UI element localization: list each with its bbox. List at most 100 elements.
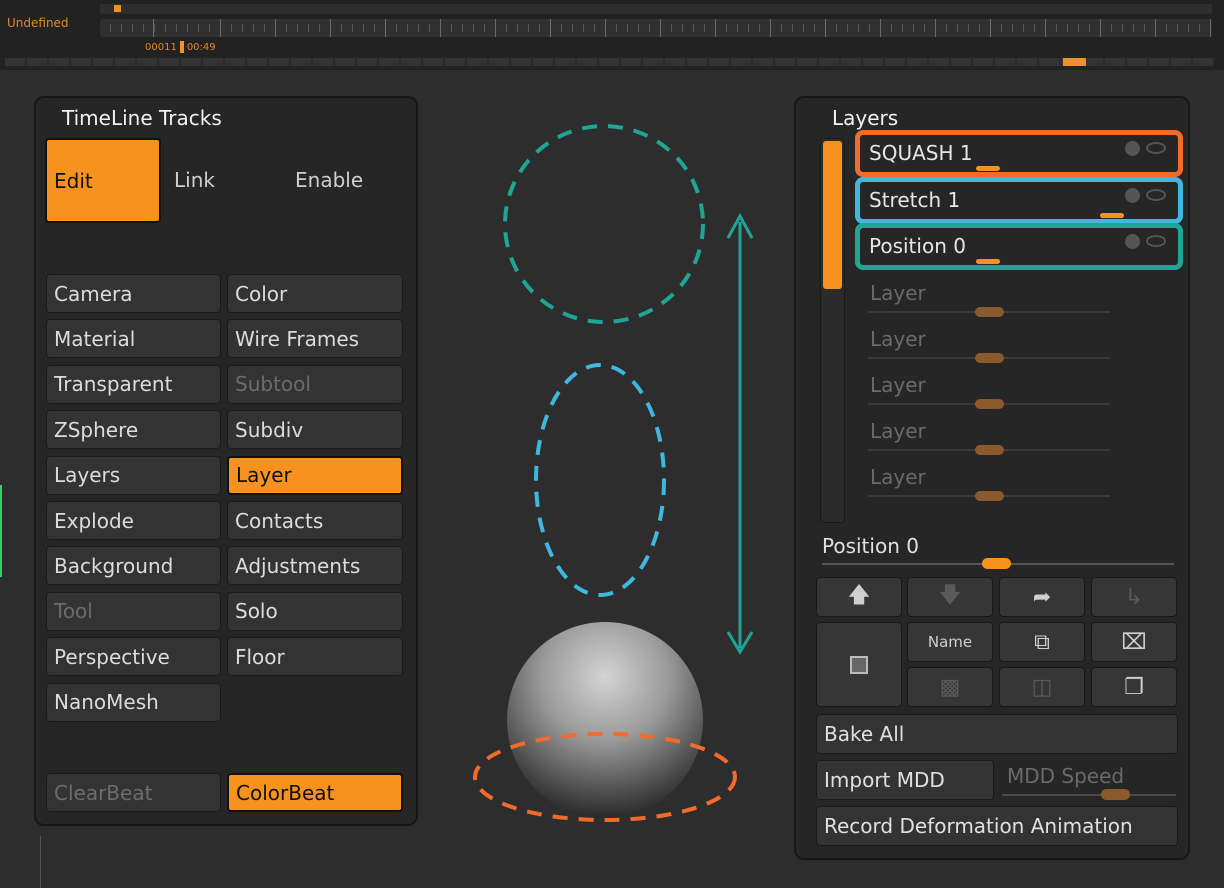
layer-record-toggle-icon[interactable] <box>1125 234 1140 249</box>
timeline-keyframe-marker[interactable] <box>114 5 121 12</box>
name-button-label: Name <box>927 633 973 651</box>
timeline-keyframe-strip[interactable] <box>100 4 1212 14</box>
clearbeat-button[interactable]: ClearBeat <box>46 773 221 812</box>
layer-visibility-eye-icon[interactable] <box>1146 235 1166 247</box>
move-layer-down-button[interactable]: 🡇 <box>907 577 993 617</box>
timeline-playhead[interactable] <box>179 41 184 53</box>
duplicate-layer-button[interactable]: ⧉ <box>999 622 1085 662</box>
timeline-track-strip[interactable] <box>5 58 1215 66</box>
track-wire-frames-button[interactable]: Wire Frames <box>227 319 403 359</box>
track-perspective-button[interactable]: Perspective <box>46 637 221 677</box>
link-button[interactable]: Link <box>174 168 215 192</box>
layers-scrollbar-thumb[interactable] <box>823 141 842 289</box>
empty-layer-slider-knob[interactable] <box>975 399 1004 409</box>
empty-layer-label: Layer <box>870 419 926 443</box>
timeline-label: Undefined <box>7 16 69 30</box>
track-layer-button[interactable]: Layer <box>227 455 403 495</box>
track-tool-button[interactable]: Tool <box>46 591 221 631</box>
squash-ring-circle <box>503 124 705 324</box>
layers-panel-title: Layers <box>832 106 899 130</box>
layers-scrollbar[interactable] <box>820 138 845 523</box>
layer-intensity-slider[interactable] <box>976 166 1000 171</box>
empty-layer-slider-knob[interactable] <box>975 353 1004 363</box>
delete-icon: ⌧ <box>1121 629 1147 655</box>
layer-visibility-eye-icon[interactable] <box>1146 142 1166 154</box>
track-background-button[interactable]: Background <box>46 546 221 586</box>
track-nanomesh-button[interactable]: NanoMesh <box>46 682 221 722</box>
track-transparent-button[interactable]: Transparent <box>46 364 221 404</box>
layer-intensity-slider[interactable] <box>1100 212 1124 218</box>
track-explode-button[interactable]: Explode <box>46 501 221 540</box>
turn-down-arrow-icon: ↳ <box>1124 584 1144 610</box>
layer-record-toggle-icon[interactable] <box>1125 141 1140 156</box>
import-mdd-button[interactable]: Import MDD <box>816 760 994 800</box>
timeline-time-readout: 00011 00:49 <box>145 41 216 53</box>
track-camera-button[interactable]: Camera <box>46 274 221 313</box>
copy-layer-button[interactable]: ❐ <box>1091 667 1177 707</box>
empty-layer-slider-knob[interactable] <box>975 491 1004 501</box>
layer-name: SQUASH 1 <box>869 141 973 165</box>
layer-intensity-slider[interactable] <box>976 259 1000 264</box>
layer-row[interactable]: Stretch 1 <box>866 180 1178 222</box>
new-layer-icon <box>850 655 868 674</box>
empty-layer-label: Layer <box>870 373 926 397</box>
timeline-bar: Undefined 00011 00:49 <box>0 0 1224 70</box>
layer-row[interactable]: SQUASH 1 <box>866 133 1178 175</box>
timeline-ruler[interactable] <box>100 19 1212 37</box>
timeline-time: 00:49 <box>186 42 216 53</box>
track-contacts-button[interactable]: Contacts <box>227 501 403 540</box>
track-material-button[interactable]: Material <box>46 319 221 359</box>
deformation-illustration <box>473 124 754 822</box>
duplicate-icon: ⧉ <box>1034 629 1050 655</box>
empty-layer-label: Layer <box>870 281 926 305</box>
sphere-mesh <box>507 622 703 818</box>
track-solo-button[interactable]: Solo <box>227 591 403 631</box>
enable-button[interactable]: Enable <box>295 168 363 192</box>
mdd-speed-slider[interactable] <box>1002 794 1176 796</box>
arrow-down-icon: 🡇 <box>938 583 962 608</box>
merge-down-button[interactable]: ▩ <box>907 667 993 707</box>
layer-name: Position 0 <box>869 234 966 258</box>
track-adjustments-button[interactable]: Adjustments <box>227 546 403 586</box>
position-slider-knob[interactable] <box>982 558 1011 569</box>
delete-layer-button[interactable]: ⌧ <box>1091 622 1177 662</box>
split-layer-button[interactable]: ◫ <box>999 667 1085 707</box>
layer-name: Stretch 1 <box>869 187 961 212</box>
track-layers-button[interactable]: Layers <box>46 455 221 495</box>
layer-visibility-eye-icon[interactable] <box>1146 188 1166 201</box>
track-color-button[interactable]: Color <box>227 274 403 313</box>
record-deformation-button[interactable]: Record Deformation Animation <box>816 806 1178 846</box>
mdd-speed-label: MDD Speed <box>1007 764 1125 788</box>
merge-down-icon: ▩ <box>939 674 961 700</box>
insert-after-button[interactable]: ↳ <box>1091 577 1177 617</box>
colorbeat-button[interactable]: ColorBeat <box>227 773 403 812</box>
left-divider <box>40 836 41 888</box>
track-zsphere-button[interactable]: ZSphere <box>46 410 221 450</box>
split-icon: ◫ <box>1031 674 1053 700</box>
track-floor-button[interactable]: Floor <box>227 637 403 677</box>
layer-record-toggle-icon[interactable] <box>1125 187 1140 203</box>
move-layer-up-button[interactable]: 🡅 <box>816 577 902 617</box>
timeline-track-marker[interactable] <box>1063 58 1086 66</box>
arrow-up-icon: 🡅 <box>847 583 871 608</box>
edit-button[interactable]: Edit <box>45 138 161 223</box>
empty-layer-label: Layer <box>870 327 926 351</box>
empty-layer-slider-knob[interactable] <box>975 307 1004 317</box>
layer-row[interactable]: Position 0 <box>866 226 1178 268</box>
track-subtool-button[interactable]: Subtool <box>227 364 403 404</box>
stretch-ellipse <box>534 363 666 597</box>
new-layer-button[interactable] <box>816 622 902 707</box>
rename-layer-button[interactable]: Name <box>907 622 993 662</box>
empty-layer-label: Layer <box>870 465 926 489</box>
mdd-speed-knob[interactable] <box>1101 789 1130 800</box>
bake-all-button[interactable]: Bake All <box>816 714 1178 754</box>
curved-arrow-right-icon: ➦ <box>1032 584 1052 610</box>
copy-icon: ❐ <box>1124 674 1144 700</box>
left-accent-bar <box>0 485 2 577</box>
position-label: Position 0 <box>822 534 919 558</box>
redo-layer-button[interactable]: ➦ <box>999 577 1085 617</box>
track-subdiv-button[interactable]: Subdiv <box>227 410 403 450</box>
tracks-panel-title: TimeLine Tracks <box>62 106 222 130</box>
empty-layer-slider-knob[interactable] <box>975 445 1004 455</box>
timeline-frame: 00011 <box>145 42 177 53</box>
